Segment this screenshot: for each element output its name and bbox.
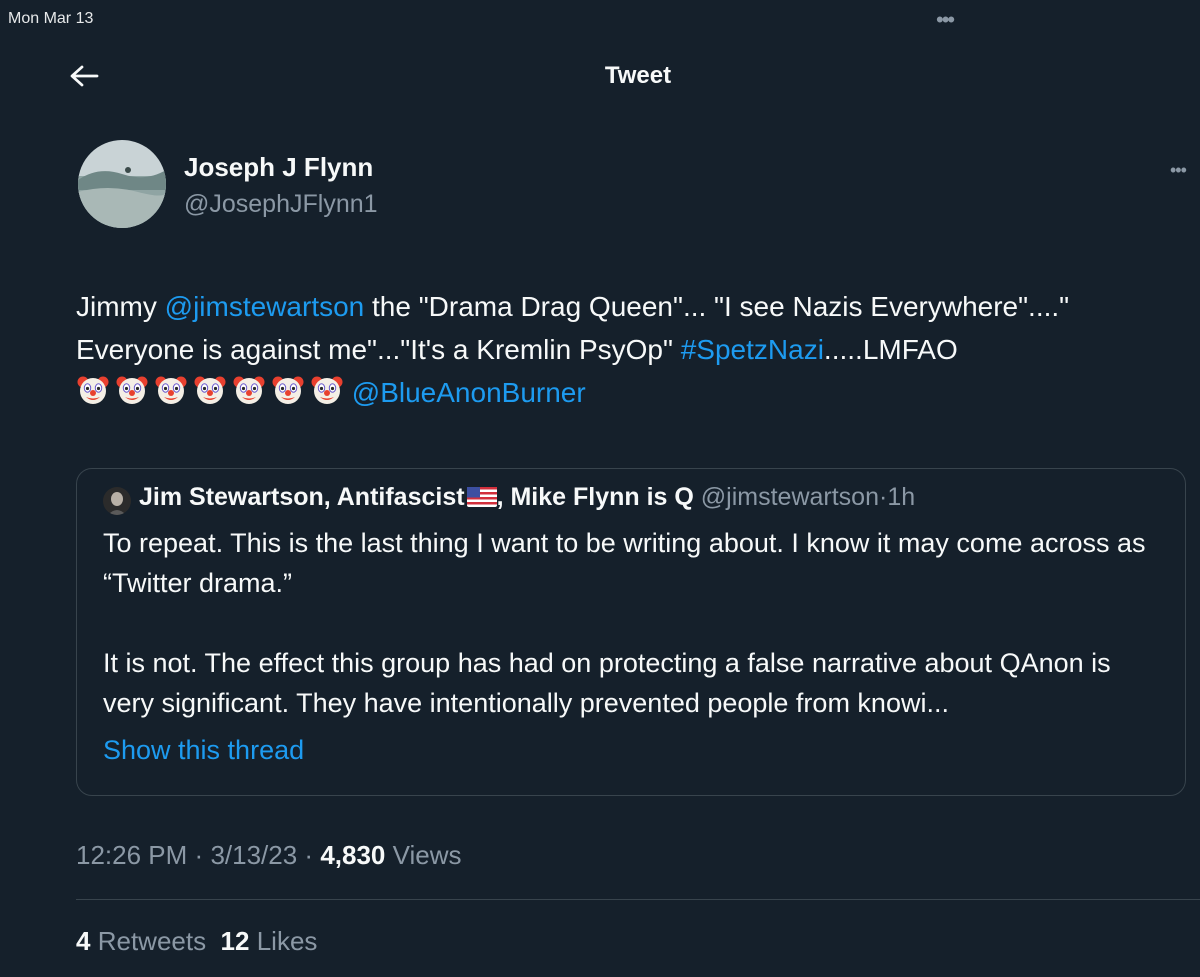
status-bar-date: Mon Mar 13 <box>8 10 94 27</box>
tweet-text: Jimmy @jimstewartson the "Drama Drag Que… <box>76 285 1156 414</box>
engagement-stats: 4 Retweets 12 Likes <box>76 926 317 957</box>
page-title: Tweet <box>604 62 672 89</box>
clown-face-icon <box>233 376 265 404</box>
clown-face-icon <box>311 376 343 404</box>
clown-face-icon <box>116 376 148 404</box>
more-options-icon[interactable]: ••• <box>1170 160 1187 181</box>
likes-label: Likes <box>256 926 318 956</box>
retweets-count: 4 <box>76 926 91 956</box>
likes-count: 12 <box>220 926 250 956</box>
mention-link[interactable]: @BlueAnonBurner <box>352 377 586 408</box>
views-label: Views <box>392 840 462 870</box>
divider <box>76 899 1200 900</box>
clown-face-icon <box>272 376 304 404</box>
author-avatar[interactable] <box>78 140 166 228</box>
mention-link[interactable]: @jimstewartson <box>165 291 365 322</box>
retweets-label: Retweets <box>97 926 207 956</box>
quoted-time: 1h <box>887 483 916 511</box>
quoted-tweet-card[interactable]: Jim Stewartson, Antifascist , Mike Flynn… <box>76 468 1186 796</box>
hashtag-link[interactable]: #SpetzNazi <box>681 334 824 365</box>
clown-face-icon <box>77 376 109 404</box>
retweets-stat[interactable]: 4 Retweets <box>76 926 206 956</box>
quoted-author-avatar[interactable] <box>103 487 131 515</box>
quoted-author-name-suffix[interactable]: , Mike Flynn is Q <box>497 483 694 511</box>
clown-face-icon <box>194 376 226 404</box>
likes-stat[interactable]: 12 Likes <box>221 926 318 956</box>
separator-dot: · <box>304 840 314 870</box>
author-handle[interactable]: @JosephJFlynn1 <box>184 190 378 219</box>
quoted-author-handle[interactable]: @jimstewartson <box>701 483 879 511</box>
multitask-dots-icon[interactable]: ••• <box>936 9 955 31</box>
quoted-author-name[interactable]: Jim Stewartson, Antifascist <box>139 483 465 511</box>
tweet-meta: 12:26 PM · 3/13/23 · 4,830 Views <box>76 840 462 871</box>
views-count: 4,830 <box>320 840 386 870</box>
quoted-header: Jim Stewartson, Antifascist , Mike Flynn… <box>139 483 915 512</box>
tweet-date[interactable]: 3/13/23 <box>210 840 297 870</box>
separator-dot: · <box>194 840 204 870</box>
tweet-text-part: Jimmy <box>76 291 165 322</box>
tweet-text-part: .....LMFAO <box>823 334 958 365</box>
tweet-time[interactable]: 12:26 PM <box>76 840 187 870</box>
emoji-group <box>76 373 344 407</box>
clown-face-icon <box>155 376 187 404</box>
us-flag-icon <box>466 487 497 507</box>
quoted-tweet-text: To repeat. This is the last thing I want… <box>103 528 1146 718</box>
show-thread-link[interactable]: Show this thread <box>103 735 304 766</box>
author-name[interactable]: Joseph J Flynn <box>184 152 373 183</box>
